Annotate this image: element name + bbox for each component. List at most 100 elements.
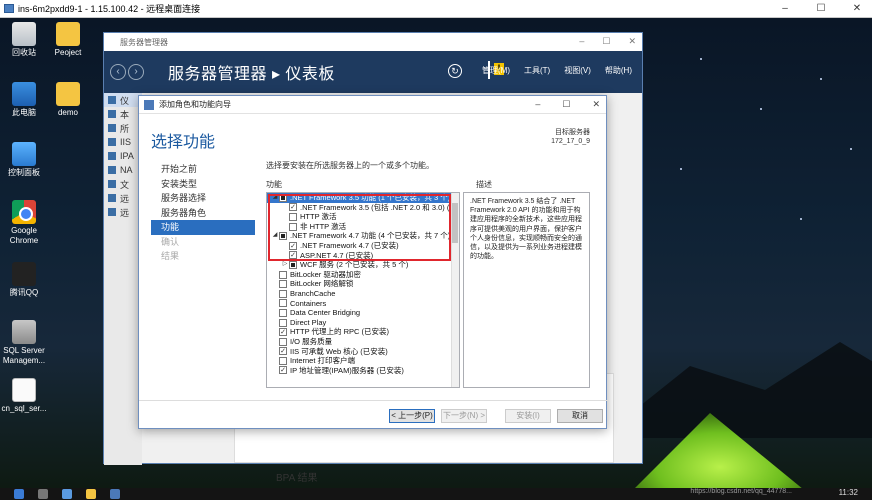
cancel-button[interactable]: 取消	[557, 409, 603, 423]
wizard-title: 添加角色和功能向导	[159, 100, 231, 109]
sidebar-item-remote-1[interactable]: 远	[104, 191, 142, 205]
feature-checkbox[interactable]	[279, 366, 287, 375]
features-scrollbar[interactable]	[451, 193, 459, 387]
step-features[interactable]: 功能	[151, 220, 255, 235]
feature-label: BranchCache	[290, 288, 336, 298]
feature-item[interactable]: Internet 打印客户端	[267, 356, 459, 366]
desktop-icon-demo[interactable]: demo	[44, 82, 92, 118]
sidebar-item-iis[interactable]: IIS	[104, 135, 142, 149]
task-view-icon[interactable]	[62, 489, 72, 499]
wizard-buttons: < 上一步(P) 下一步(N) > 安装(I) 取消	[389, 409, 603, 423]
server-manager-title: 服务器管理器	[120, 37, 168, 47]
maximize-button[interactable]: ☐	[814, 2, 828, 16]
desktop-icon-control-panel[interactable]: 控制面板	[0, 142, 48, 178]
feature-checkbox[interactable]	[279, 299, 287, 308]
sidebar-item-local[interactable]: 本	[104, 107, 142, 121]
feature-checkbox[interactable]	[279, 289, 287, 298]
step-installation-type[interactable]: 安装类型	[151, 177, 255, 192]
taskbar: https://blog.csdn.net/qq_44778... 11:32	[0, 488, 872, 500]
page-title: 选择功能	[151, 134, 216, 151]
menu-tools[interactable]: 工具(T)	[524, 65, 550, 76]
feature-item[interactable]: BitLocker 驱动器加密	[267, 270, 459, 280]
feature-item[interactable]: ▷ WCF 服务 (2 个已安装，共 5 个)	[267, 260, 459, 270]
feature-item[interactable]: BranchCache	[267, 289, 459, 299]
red-highlight-box	[268, 194, 451, 261]
feature-checkbox[interactable]	[279, 270, 287, 279]
feature-item[interactable]: Data Center Bridging	[267, 308, 459, 318]
desktop-icon-qq[interactable]: 腾讯QQ	[0, 262, 48, 298]
feature-checkbox[interactable]	[279, 356, 287, 365]
sm-maximize-button[interactable]: ☐	[602, 36, 610, 47]
feature-checkbox[interactable]	[279, 337, 287, 346]
feature-item[interactable]: IIS 可承载 Web 核心 (已安装)	[267, 347, 459, 357]
server-manager-title-bar: 服务器管理器 – ☐ ✕	[104, 33, 642, 51]
iis-icon	[108, 138, 116, 146]
sidebar-item-ipam[interactable]: IPA	[104, 149, 142, 163]
menu-manage[interactable]: 管理(M)	[482, 65, 510, 76]
sidebar-item-remote-2[interactable]: 远	[104, 205, 142, 219]
desktop-icon-peoject[interactable]: Peoject	[44, 22, 92, 58]
previous-button[interactable]: < 上一步(P)	[389, 409, 435, 423]
step-server-selection[interactable]: 服务器选择	[151, 191, 255, 206]
clock: 11:32	[838, 488, 858, 497]
sidebar-item-file[interactable]: 文	[104, 177, 142, 191]
scrollbar-thumb[interactable]	[452, 203, 458, 243]
start-icon[interactable]	[14, 489, 24, 499]
feature-item[interactable]: Direct Play	[267, 318, 459, 328]
feature-item[interactable]: Containers	[267, 299, 459, 309]
wizard-close-button[interactable]: ✕	[592, 99, 600, 110]
feature-description: .NET Framework 3.5 结合了 .NET Framework 2.…	[463, 192, 590, 388]
destination-server: 目标服务器 172_17_0_9	[551, 129, 590, 145]
sidebar-item-all[interactable]: 所	[104, 121, 142, 135]
step-before-you-begin[interactable]: 开始之前	[151, 162, 255, 177]
server-manager-sidebar: 仪 本 所 IIS IPA NA 文 远 远	[104, 93, 142, 465]
step-server-roles[interactable]: 服务器角色	[151, 206, 255, 221]
feature-checkbox[interactable]	[279, 280, 287, 289]
rdp-title-bar: ins-6m2pxdd9-1 - 1.15.100.42 - 远程桌面连接 – …	[0, 0, 872, 18]
feature-item[interactable]: HTTP 代理上的 RPC (已安装)	[267, 327, 459, 337]
file-explorer-icon[interactable]	[86, 489, 96, 499]
chrome-icon	[12, 200, 36, 224]
desktop-icon-sql-file[interactable]: cn_sql_ser...	[0, 378, 48, 414]
sm-minimize-button[interactable]: –	[579, 36, 584, 47]
wizard-minimize-button[interactable]: –	[535, 99, 540, 110]
feature-label: BitLocker 网络解锁	[290, 279, 354, 289]
next-button[interactable]: 下一步(N) >	[441, 409, 487, 423]
sm-close-button[interactable]: ✕	[628, 36, 636, 47]
feature-checkbox[interactable]	[279, 318, 287, 327]
desktop-icon-sql-server[interactable]: SQL Server Managem...	[0, 320, 48, 366]
feature-checkbox[interactable]	[289, 260, 297, 269]
install-button[interactable]: 安装(I)	[505, 409, 551, 423]
server-manager-taskbar-icon[interactable]	[110, 489, 120, 499]
minimize-button[interactable]: –	[778, 2, 792, 16]
menu-help[interactable]: 帮助(H)	[605, 65, 632, 76]
feature-checkbox[interactable]	[279, 347, 287, 356]
search-icon[interactable]	[38, 489, 48, 499]
file-services-icon	[108, 180, 116, 188]
sidebar-item-nap[interactable]: NA	[104, 163, 142, 177]
wizard-title-bar: 添加角色和功能向导 – ☐ ✕	[139, 96, 606, 114]
feature-checkbox[interactable]	[279, 328, 287, 337]
bpa-results-label: BPA 结果	[276, 473, 318, 484]
expand-toggle-icon[interactable]: ▷	[281, 260, 289, 270]
feature-item[interactable]: I/O 服务质量	[267, 337, 459, 347]
sidebar-item-dashboard[interactable]: 仪	[104, 93, 142, 107]
feature-item[interactable]: BitLocker 网络解锁	[267, 279, 459, 289]
desktop-icon-chrome[interactable]: Google Chrome	[0, 200, 48, 246]
desktop-icon-this-pc[interactable]: 此电脑	[0, 82, 48, 118]
feature-label: Data Center Bridging	[290, 308, 361, 318]
forward-icon[interactable]: ›	[128, 64, 144, 80]
step-results: 结果	[161, 251, 180, 261]
close-button[interactable]: ✕	[850, 2, 864, 16]
wizard-maximize-button[interactable]: ☐	[562, 99, 570, 110]
wizard-icon	[144, 99, 154, 110]
refresh-icon[interactable]: ↻	[448, 64, 462, 78]
feature-label: Containers	[290, 298, 327, 308]
feature-checkbox[interactable]	[279, 308, 287, 317]
feature-label: IIS 可承载 Web 核心 (已安装)	[290, 346, 388, 356]
desktop-icon-recycle-bin[interactable]: 回收站	[0, 22, 48, 58]
feature-item[interactable]: IP 地址管理(IPAM)服务器 (已安装)	[267, 366, 459, 376]
menu-view[interactable]: 视图(V)	[564, 65, 591, 76]
back-icon[interactable]: ‹	[110, 64, 126, 80]
dashboard-icon	[108, 96, 116, 104]
